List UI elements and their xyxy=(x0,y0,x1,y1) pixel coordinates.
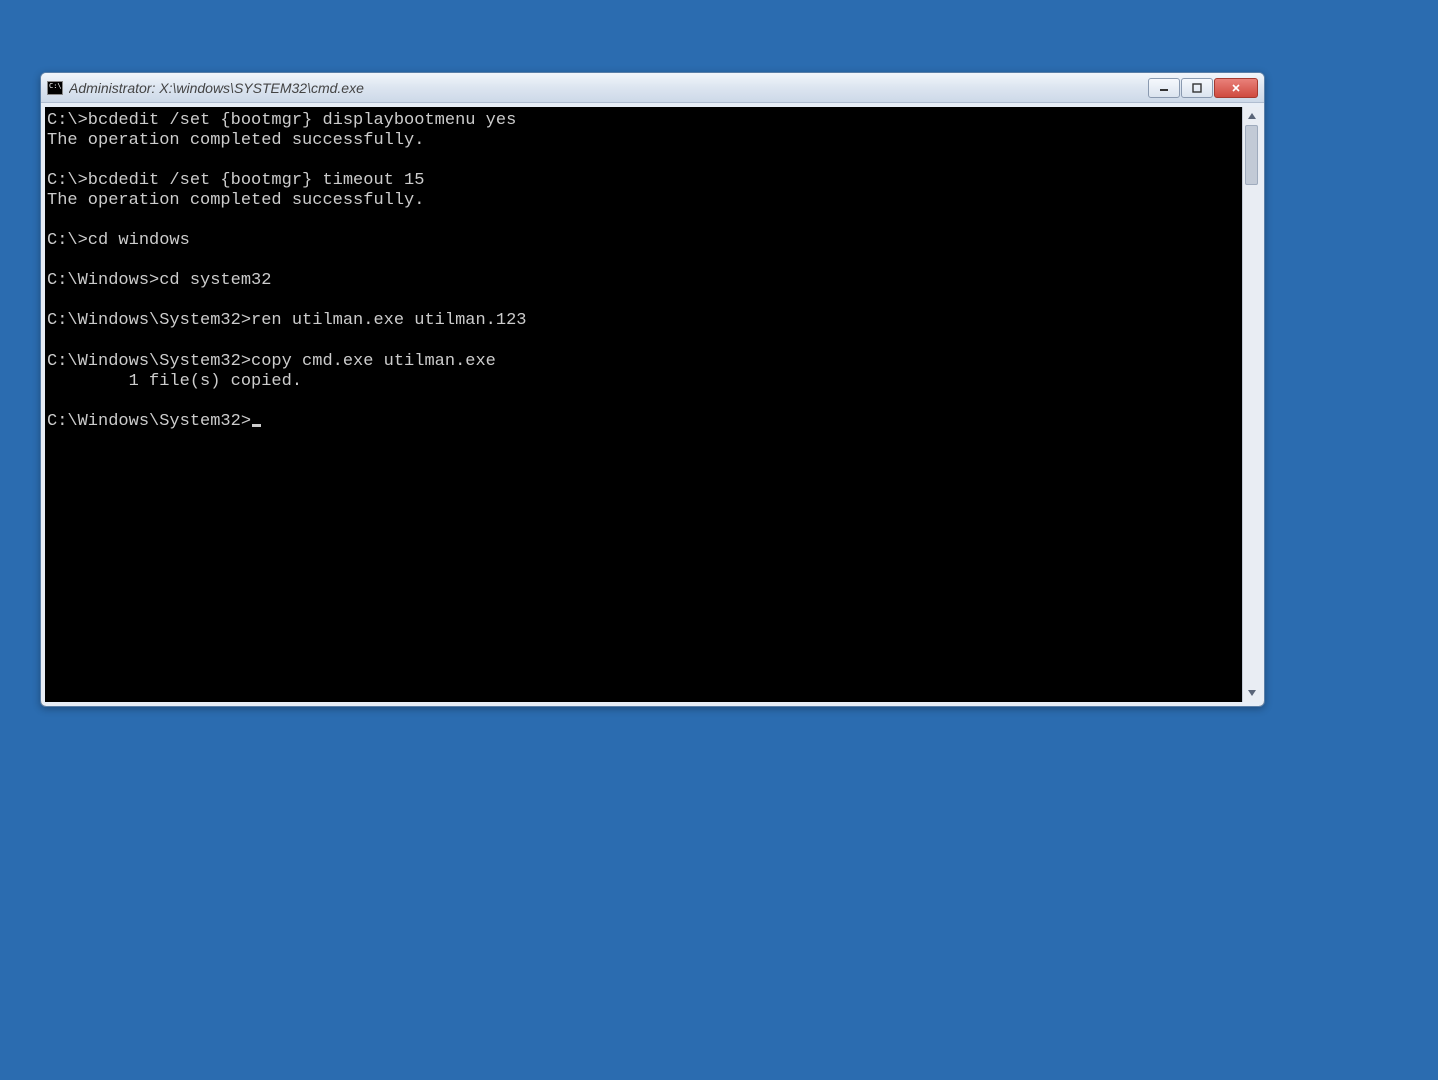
console-area: C:\>bcdedit /set {bootmgr} displaybootme… xyxy=(41,103,1264,706)
scroll-track[interactable] xyxy=(1243,125,1260,684)
close-icon xyxy=(1231,83,1241,93)
scroll-down-arrow-icon[interactable] xyxy=(1243,684,1260,702)
cursor xyxy=(252,424,261,427)
window-controls xyxy=(1148,78,1258,98)
cmd-window: Administrator: X:\windows\SYSTEM32\cmd.e… xyxy=(40,72,1265,707)
cmd-icon xyxy=(47,81,63,95)
scroll-up-arrow-icon[interactable] xyxy=(1243,107,1260,125)
vertical-scrollbar[interactable] xyxy=(1242,107,1260,702)
minimize-icon xyxy=(1159,83,1169,93)
titlebar[interactable]: Administrator: X:\windows\SYSTEM32\cmd.e… xyxy=(41,73,1264,103)
maximize-button[interactable] xyxy=(1181,78,1213,98)
terminal-output[interactable]: C:\>bcdedit /set {bootmgr} displaybootme… xyxy=(45,107,1242,702)
window-title: Administrator: X:\windows\SYSTEM32\cmd.e… xyxy=(69,80,1148,96)
close-button[interactable] xyxy=(1214,78,1258,98)
scroll-thumb[interactable] xyxy=(1245,125,1258,185)
maximize-icon xyxy=(1192,83,1202,93)
minimize-button[interactable] xyxy=(1148,78,1180,98)
